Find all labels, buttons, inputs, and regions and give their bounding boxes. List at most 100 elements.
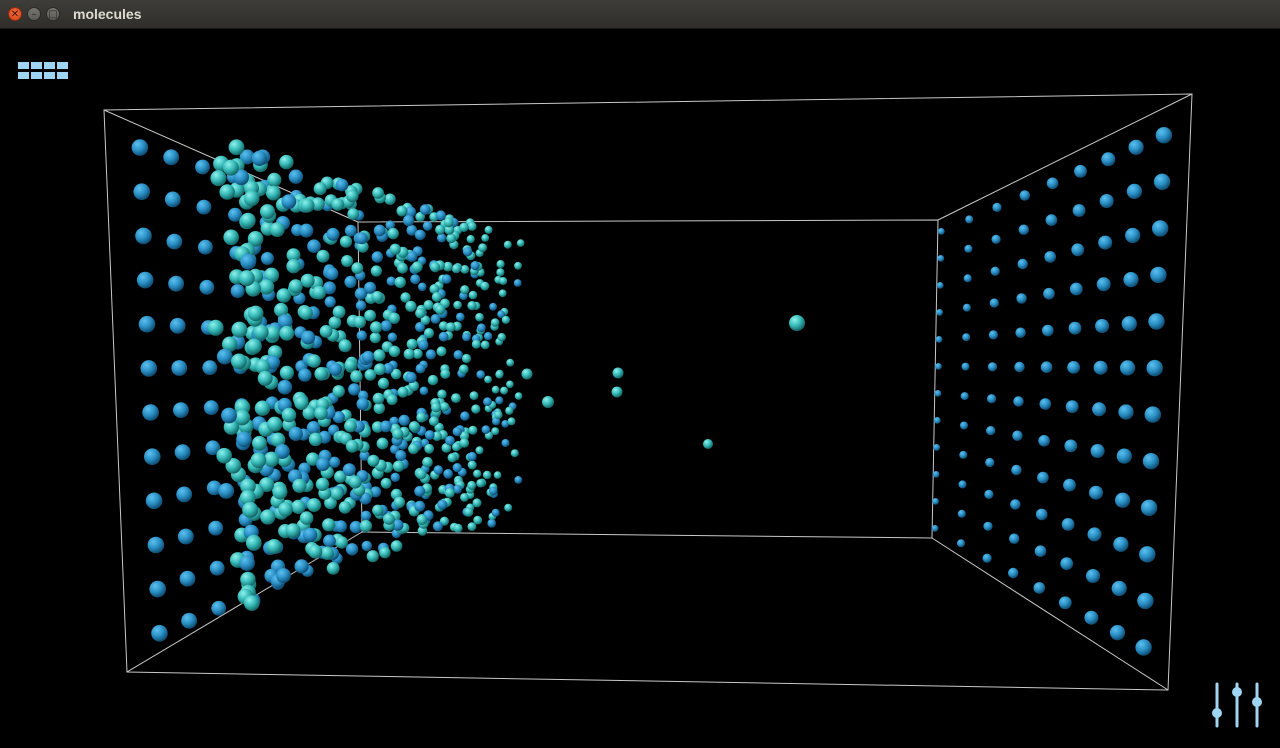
- molecule: [355, 232, 368, 245]
- molecule: [493, 471, 502, 479]
- molecule: [1014, 361, 1025, 373]
- molecule: [414, 500, 426, 512]
- molecule: [496, 260, 505, 269]
- molecule: [277, 379, 293, 395]
- molecule: [478, 243, 487, 253]
- molecule: [451, 264, 461, 274]
- molecule: [405, 300, 417, 312]
- molecule: [379, 547, 391, 559]
- molecule-viewport[interactable]: [0, 0, 1280, 748]
- molecule: [462, 332, 471, 342]
- molecule: [221, 407, 237, 424]
- molecule: [281, 407, 297, 423]
- molecule: [398, 414, 410, 426]
- molecule: [243, 190, 260, 207]
- molecule: [131, 139, 149, 156]
- molecule: [234, 409, 251, 426]
- molecule: [459, 364, 469, 375]
- molecule: [1118, 404, 1134, 420]
- molecule: [406, 338, 418, 350]
- molecule: [1019, 190, 1030, 201]
- molecule: [514, 476, 523, 484]
- molecule: [439, 402, 450, 412]
- molecule: [988, 330, 999, 340]
- molecule: [216, 447, 232, 464]
- molecule: [1096, 277, 1111, 292]
- molecule: [320, 546, 334, 560]
- molecule: [133, 183, 150, 200]
- molecule: [484, 225, 493, 234]
- molecule: [286, 259, 301, 274]
- molecule: [356, 397, 369, 411]
- molecule: [210, 170, 227, 187]
- molecule: [491, 508, 500, 517]
- molecule: [1093, 360, 1108, 375]
- molecule: [1128, 139, 1144, 155]
- molecule: [313, 182, 327, 196]
- molecule: [390, 472, 400, 482]
- molecule: [390, 540, 403, 552]
- molecule: [410, 274, 421, 285]
- molecule: [959, 450, 968, 459]
- molecule: [514, 261, 522, 270]
- molecule: [476, 478, 485, 488]
- molecule: [459, 222, 469, 232]
- molecule: [372, 392, 385, 405]
- molecule: [469, 391, 479, 400]
- molecule: [1074, 164, 1087, 178]
- molecule: [298, 368, 312, 382]
- molecule: [395, 450, 407, 461]
- molecule: [370, 321, 383, 334]
- molecule: [383, 513, 395, 525]
- molecule: [1137, 592, 1154, 610]
- molecule: [341, 255, 354, 267]
- molecule: [1064, 439, 1078, 453]
- molecule: [462, 247, 473, 257]
- molecule: [411, 261, 423, 273]
- molecule: [935, 336, 943, 343]
- molecule: [437, 499, 448, 510]
- molecule: [1135, 639, 1152, 656]
- molecule: [408, 443, 419, 455]
- molecule: [236, 431, 252, 448]
- molecule: [393, 496, 406, 508]
- molecule: [1126, 183, 1142, 199]
- molecule: [335, 178, 349, 192]
- molecule: [438, 331, 449, 342]
- molecule: [440, 368, 451, 379]
- molecule: [373, 349, 386, 362]
- molecule: [364, 309, 376, 322]
- molecule: [260, 204, 275, 220]
- molecule: [151, 625, 168, 642]
- molecule: [936, 309, 943, 316]
- molecule: [445, 322, 456, 332]
- molecule: [135, 227, 152, 245]
- molecule: [460, 493, 469, 502]
- molecule: [247, 305, 264, 322]
- sliders-icon[interactable]: [1208, 680, 1266, 730]
- molecule: [415, 308, 426, 319]
- molecule: [346, 189, 359, 203]
- molecule: [301, 330, 316, 345]
- molecule: [208, 520, 224, 536]
- molecule: [260, 509, 276, 525]
- molecule: [348, 475, 362, 489]
- molecule: [514, 392, 523, 400]
- molecule: [316, 457, 330, 472]
- molecule: [501, 315, 510, 324]
- molecule: [396, 205, 408, 217]
- molecule: [405, 371, 417, 384]
- molecule: [1086, 569, 1100, 583]
- molecule: [1101, 152, 1116, 167]
- molecule: [222, 159, 239, 176]
- molecule: [789, 315, 805, 331]
- molecule: [288, 169, 304, 184]
- molecule: [1017, 258, 1028, 270]
- molecule: [422, 456, 433, 468]
- molecule: [207, 319, 224, 336]
- molecule: [145, 492, 163, 510]
- molecule: [985, 457, 995, 468]
- molecule: [414, 229, 426, 241]
- molecule: [332, 385, 345, 398]
- molecule: [703, 439, 713, 449]
